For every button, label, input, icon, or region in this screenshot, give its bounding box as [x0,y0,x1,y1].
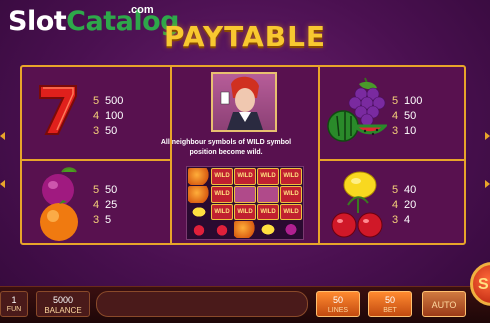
reel-cell-wild: WILD [211,168,233,185]
watermark-com-text: .com [128,4,154,16]
lemon-cherry-pays: 5 40 4 20 34 [392,184,417,226]
seven-symbol-icon [39,85,77,135]
wild-symbol-portrait [211,72,277,132]
reel-cell-wild: WILD [234,168,256,185]
reel-cell [234,221,256,238]
grapes-watermelon-symbol-icon [327,77,387,142]
wild-description: All neighbour symbols of WILD symbol pos… [160,139,292,156]
reel-cell [188,221,210,238]
spin-button-label: S [478,276,489,293]
prev-page-arrow-icon[interactable] [0,132,5,140]
lemon-cherry-symbol-icon [331,171,383,238]
reel-cell-wild [257,185,279,203]
reel-cell-wild: WILD [280,203,302,221]
next-page-arrow-icon-lower[interactable] [485,180,490,188]
reel-cell-wild: WILD [234,203,256,221]
reel-cell-wild: WILD [257,203,279,221]
reel-cell [257,221,279,238]
reel-cell-wild: WILD [280,168,302,185]
grapes-watermelon-pays: 5 100 4 50 3 10 [392,95,423,137]
jester-wild-icon [213,74,275,130]
prev-page-arrow-icon-lower[interactable] [0,180,5,188]
free-games-counter: 1 FUN [0,291,28,317]
reel-cell-wild: WILD [280,185,302,203]
plum-orange-symbol-icon [40,167,78,241]
reel-cell [280,221,302,238]
next-page-arrow-icon[interactable] [485,132,490,140]
plum-orange-pays: 5 50 4 25 35 [93,184,118,226]
reel-cell-wild: WILD [257,168,279,185]
balance-display: 5000 BALANCE [36,291,90,317]
wild-example-reels: WILD WILD WILD WILD WILD WILD WILD WILD … [186,166,304,240]
auto-button[interactable]: AUTO [422,291,466,317]
bet-button[interactable]: 50 BET [368,291,412,317]
reel-cell [211,221,233,238]
reel-cell [188,203,210,221]
bottom-control-bar: 1 FUN 5000 BALANCE 50 LINES 50 BET AUTO [0,286,490,323]
lines-button[interactable]: 50 LINES [316,291,360,317]
reel-cell [188,185,210,203]
reel-cell-wild [234,185,256,203]
seven-pays: 5 500 4 100 3 50 [93,95,124,137]
paytable-title: PAYTABLE [163,20,327,53]
message-display [96,291,308,317]
reel-cell [188,168,210,185]
reel-cell-wild: WILD [211,185,233,203]
reel-cell-wild: WILD [211,203,233,221]
